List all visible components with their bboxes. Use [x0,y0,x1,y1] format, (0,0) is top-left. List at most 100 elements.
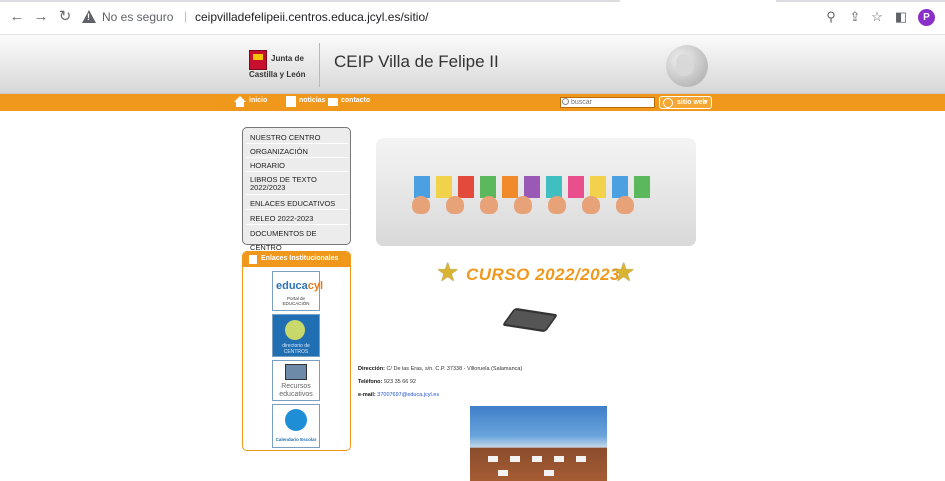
child-figure [616,196,634,214]
email-line: e-mail: 37007697@educa.jcyl.es [358,392,439,398]
mail-icon[interactable] [328,98,338,106]
menu-item-enlaces-educativos[interactable]: ENLACES EDUCATIVOS [246,197,348,210]
book-image [612,176,628,198]
browser-toolbar: ← → ↻ No es seguro | ceipvilladefelipeii… [0,0,945,35]
news-icon[interactable] [286,96,296,107]
calendario-escolar-banner[interactable]: Calendario Escolar [272,404,320,448]
address-line: Dirección: C/ De las Eras, s/n. C.P. 373… [358,366,522,372]
child-figure [446,196,464,214]
address-bar[interactable]: No es seguro | ceipvilladefelipeii.centr… [82,8,802,28]
calendario-label: Calendario Escolar [275,437,317,442]
side-menu: NUESTRO CENTRO ORGANIZACIÓN HORARIO LIBR… [242,127,351,252]
book-image [414,176,430,198]
curso-heading: ★ CURSO 2022/2023 ★ [436,258,646,288]
warning-icon[interactable] [82,10,96,23]
book-image [568,176,584,198]
menu-item-horario[interactable]: HORARIO [246,159,348,172]
tab-strip [0,0,620,2]
menu-item-organizacion[interactable]: ORGANIZACIÓN [246,145,348,158]
crest-icon [249,50,267,70]
calendar-icon [285,409,307,431]
menu-item-nuestro-centro[interactable]: NUESTRO CENTRO [246,131,348,144]
window-shape [532,456,542,462]
tablet-icon [501,307,559,333]
email-label: e-mail: [358,392,376,398]
menu-item-libros-de-texto[interactable]: LIBROS DE TEXTO 2022/2023 [246,173,348,195]
directorio-centros-banner[interactable]: directorio de CENTROS [272,314,320,357]
recursos-educativos-banner[interactable]: Recursos educativos [272,360,320,401]
profile-avatar[interactable]: P [918,9,935,26]
child-figure [514,196,532,214]
email-link[interactable]: 37007697@educa.jcyl.es [377,392,439,398]
book-image [634,176,650,198]
site-title: CEIP Villa de Felipe II [334,52,499,71]
curso-text: CURSO 2022/2023 [466,265,620,284]
url-separator: | [184,9,188,23]
book-image [458,176,474,198]
share-icon[interactable]: ⇪ [847,9,863,25]
sitio-web-button[interactable]: sitio web ▾ [659,96,712,109]
telefono-value: 923 35 66 92 [383,379,416,385]
child-figure [582,196,600,214]
insecure-label[interactable]: No es seguro [102,10,173,24]
logo-text-line2: Castilla y León [249,70,306,79]
direccion-value: C/ De las Eras, s/n. C.P. 37338 - Villor… [386,366,523,372]
sidepanel-icon[interactable]: ◧ [893,9,909,25]
search-input[interactable] [560,97,655,108]
window-shape [488,456,498,462]
tab-strip-right [776,0,945,2]
kids-reading-image [376,138,696,246]
star-icon: ★ [612,257,636,287]
educacyl-banner[interactable]: educacyl Portal de EDUCACIÓN [272,271,324,311]
star-icon: ★ [436,257,460,287]
logo-text-line1: Junta de [271,54,304,63]
menu-item-releo[interactable]: RELEO 2022-2023 [246,212,348,225]
nav-contacto[interactable]: contacto [341,97,370,104]
sitio-web-label: sitio web [677,99,707,106]
building-icon [249,255,257,264]
junta-logo[interactable]: Junta de Castilla y León [247,48,313,82]
directorio-label: directorio de CENTROS [282,343,310,355]
window-shape [510,456,520,462]
home-icon[interactable] [234,96,246,107]
globe-small-icon [663,98,673,108]
window-shape [544,470,554,476]
search-icon [562,98,569,105]
zoom-icon[interactable]: ⚲ [823,9,839,25]
child-figure [548,196,566,214]
back-icon[interactable]: ← [8,8,26,26]
book-image [502,176,518,198]
enlaces-heading-bar: Enlaces Institucionales [243,252,350,267]
child-figure [412,196,430,214]
window-shape [554,456,564,462]
url-text[interactable]: ceipvilladefelipeii.centros.educa.jcyl.e… [195,10,428,24]
telefono-label: Teléfono: [358,379,383,385]
bookmark-star-icon[interactable]: ☆ [869,9,885,25]
book-image [436,176,452,198]
top-nav-bar: inicio noticias contacto sitio web▾ [0,94,945,111]
nav-noticias[interactable]: noticias [299,97,325,104]
dropdown-caret-icon: ▾ [704,99,708,106]
phone-line: Teléfono: 923 35 66 92 [358,379,416,385]
book-image [590,176,606,198]
recursos-label: Recursos educativos [279,383,313,398]
nav-inicio[interactable]: inicio [249,97,267,104]
screen-icon [285,364,307,380]
book-image [546,176,562,198]
reload-icon[interactable]: ↻ [56,8,74,26]
globe-icon [666,45,708,87]
forward-icon[interactable]: → [32,8,50,26]
child-figure [480,196,498,214]
menu-item-documentos[interactable]: DOCUMENTOS DE CENTRO [246,227,348,252]
directorio-icon [285,320,305,340]
window-shape [498,470,508,476]
enlaces-heading: Enlaces Institucionales [261,255,339,262]
educacyl-subtitle: Portal de EDUCACIÓN [282,296,310,306]
school-building-photo [470,406,607,481]
site-header: Junta de Castilla y León CEIP Villa de F… [0,35,945,94]
educacyl-logo-text: educacyl [276,280,324,292]
header-divider [319,43,320,87]
book-image [480,176,496,198]
direccion-label: Dirección: [358,366,385,372]
book-image [524,176,540,198]
